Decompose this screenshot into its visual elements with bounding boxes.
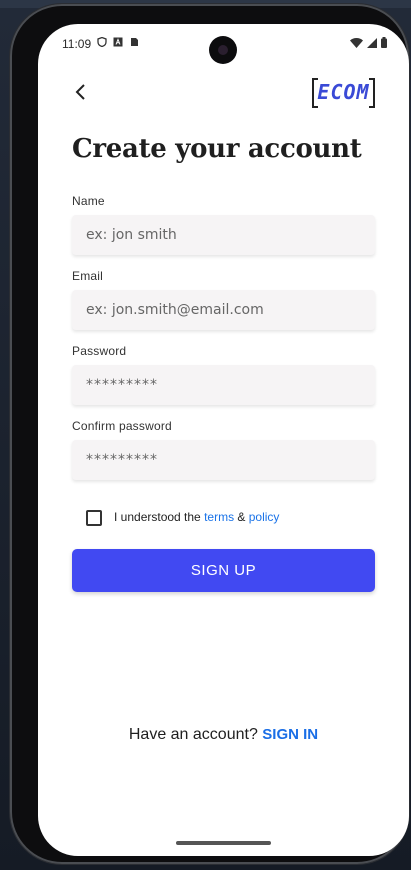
policy-link[interactable]: policy [249, 510, 280, 524]
status-icons-right [350, 37, 387, 48]
terms-ampersand: & [234, 510, 249, 524]
terms-checkbox[interactable] [86, 510, 102, 526]
have-account-prompt: Have an account? [128, 726, 263, 743]
name-label: Name [72, 194, 105, 208]
signin-link[interactable]: SIGN IN [262, 726, 318, 743]
terms-link[interactable]: terms [204, 510, 234, 524]
chevron-left-icon [75, 84, 85, 100]
signal-icon [367, 37, 377, 48]
password-input[interactable] [72, 365, 375, 405]
sd-card-icon [131, 38, 138, 46]
page-title: Create your account [72, 134, 362, 164]
email-input[interactable] [72, 290, 375, 330]
confirm-password-label: Confirm password [72, 419, 172, 433]
signup-button[interactable]: SIGN UP [72, 549, 375, 592]
back-button[interactable] [70, 82, 90, 102]
home-indicator[interactable] [176, 841, 271, 845]
password-label: Password [72, 344, 127, 358]
confirm-password-input[interactable] [72, 440, 375, 480]
battery-icon [381, 37, 387, 48]
have-account-row: Have an account? SIGN IN [38, 726, 409, 744]
front-camera [209, 36, 237, 64]
status-bar: 11:09 [38, 24, 409, 64]
logo-text: ECOM [317, 80, 370, 104]
name-input[interactable] [72, 215, 375, 255]
terms-text: I understood the terms & policy [114, 510, 279, 524]
terms-prefix: I understood the [114, 510, 205, 524]
phone-frame: 11:09 ECOM Create your account Name Emai… [10, 4, 409, 864]
app-a-icon [113, 37, 123, 47]
shield-icon [97, 37, 107, 47]
phone-screen: 11:09 ECOM Create your account Name Emai… [38, 24, 409, 856]
ecom-logo: ECOM [312, 78, 375, 108]
status-icons-left [97, 37, 139, 47]
status-time: 11:09 [62, 37, 92, 51]
email-label: Email [72, 269, 104, 283]
wifi-icon [350, 37, 363, 48]
